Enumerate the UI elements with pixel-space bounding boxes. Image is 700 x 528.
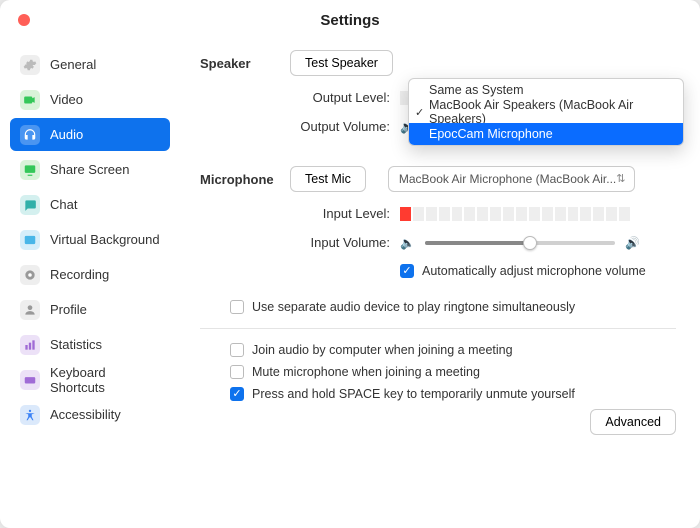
- accessibility-icon: [20, 405, 40, 425]
- sidebar-item-share-screen[interactable]: Share Screen: [10, 153, 170, 186]
- speaker-label: Speaker: [200, 56, 290, 71]
- content-panel: Speaker Test Speaker Output Level: Outpu…: [180, 40, 700, 528]
- chevron-updown-icon: ⇅: [616, 174, 625, 185]
- test-mic-button[interactable]: Test Mic: [290, 166, 366, 192]
- test-speaker-button[interactable]: Test Speaker: [290, 50, 393, 76]
- window-title: Settings: [0, 12, 700, 29]
- space-unmute-label: Press and hold SPACE key to temporarily …: [252, 387, 575, 401]
- share-screen-icon: [20, 160, 40, 180]
- dropdown-item-epoccam[interactable]: EpocCam Microphone: [409, 123, 683, 145]
- output-volume-label: Output Volume:: [200, 119, 400, 134]
- auto-adjust-checkbox[interactable]: [400, 264, 414, 278]
- speaker-dropdown: Same as System ✓ MacBook Air Speakers (M…: [408, 78, 684, 146]
- keyboard-icon: [20, 370, 40, 390]
- titlebar: Settings: [0, 0, 700, 40]
- sidebar-item-label: Accessibility: [50, 407, 121, 422]
- input-volume-label: Input Volume:: [200, 235, 400, 250]
- volume-low-icon: 🔈: [400, 236, 415, 250]
- mute-on-join-checkbox[interactable]: [230, 365, 244, 379]
- sidebar-item-accessibility[interactable]: Accessibility: [10, 398, 170, 431]
- join-audio-checkbox[interactable]: [230, 343, 244, 357]
- microphone-select[interactable]: MacBook Air Microphone (MacBook Air... ⇅: [388, 166, 635, 192]
- sidebar-item-label: Profile: [50, 302, 87, 317]
- sidebar-item-audio[interactable]: Audio: [10, 118, 170, 151]
- sidebar-item-label: Virtual Background: [50, 232, 160, 247]
- divider: [200, 328, 676, 329]
- sidebar: General Video Audio Share Screen Chat Vi…: [0, 40, 180, 528]
- microphone-select-value: MacBook Air Microphone (MacBook Air...: [399, 172, 616, 186]
- dropdown-item-macbook-speakers[interactable]: ✓ MacBook Air Speakers (MacBook Air Spea…: [409, 101, 683, 123]
- mute-on-join-label: Mute microphone when joining a meeting: [252, 365, 480, 379]
- statistics-icon: [20, 335, 40, 355]
- advanced-button[interactable]: Advanced: [590, 409, 676, 435]
- sidebar-item-video[interactable]: Video: [10, 83, 170, 116]
- sidebar-item-keyboard-shortcuts[interactable]: Keyboard Shortcuts: [10, 363, 170, 396]
- sidebar-item-label: Recording: [50, 267, 109, 282]
- input-level-meter: [400, 207, 630, 221]
- sidebar-item-recording[interactable]: Recording: [10, 258, 170, 291]
- sidebar-item-profile[interactable]: Profile: [10, 293, 170, 326]
- recording-icon: [20, 265, 40, 285]
- join-audio-label: Join audio by computer when joining a me…: [252, 343, 513, 357]
- sidebar-item-label: Video: [50, 92, 83, 107]
- sidebar-item-statistics[interactable]: Statistics: [10, 328, 170, 361]
- sidebar-item-label: Keyboard Shortcuts: [50, 365, 160, 395]
- virtual-background-icon: [20, 230, 40, 250]
- separate-device-label: Use separate audio device to play ringto…: [252, 300, 575, 314]
- headphones-icon: [20, 125, 40, 145]
- close-button[interactable]: [18, 14, 30, 26]
- auto-adjust-label: Automatically adjust microphone volume: [422, 264, 646, 278]
- sidebar-item-label: Share Screen: [50, 162, 130, 177]
- chat-icon: [20, 195, 40, 215]
- sidebar-item-virtual-background[interactable]: Virtual Background: [10, 223, 170, 256]
- sidebar-item-label: Statistics: [50, 337, 102, 352]
- sidebar-item-label: Audio: [50, 127, 83, 142]
- volume-high-icon: 🔊: [625, 236, 640, 250]
- space-unmute-checkbox[interactable]: [230, 387, 244, 401]
- sidebar-item-label: General: [50, 57, 96, 72]
- input-level-label: Input Level:: [200, 206, 400, 221]
- gear-icon: [20, 55, 40, 75]
- separate-device-checkbox[interactable]: [230, 300, 244, 314]
- microphone-label: Microphone: [200, 172, 290, 187]
- sidebar-item-general[interactable]: General: [10, 48, 170, 81]
- sidebar-item-chat[interactable]: Chat: [10, 188, 170, 221]
- input-volume-slider[interactable]: [425, 241, 615, 245]
- check-icon: ✓: [415, 106, 424, 119]
- video-icon: [20, 90, 40, 110]
- sidebar-item-label: Chat: [50, 197, 77, 212]
- profile-icon: [20, 300, 40, 320]
- settings-window: Settings General Video Audio Share Scree…: [0, 0, 700, 528]
- output-level-label: Output Level:: [200, 90, 400, 105]
